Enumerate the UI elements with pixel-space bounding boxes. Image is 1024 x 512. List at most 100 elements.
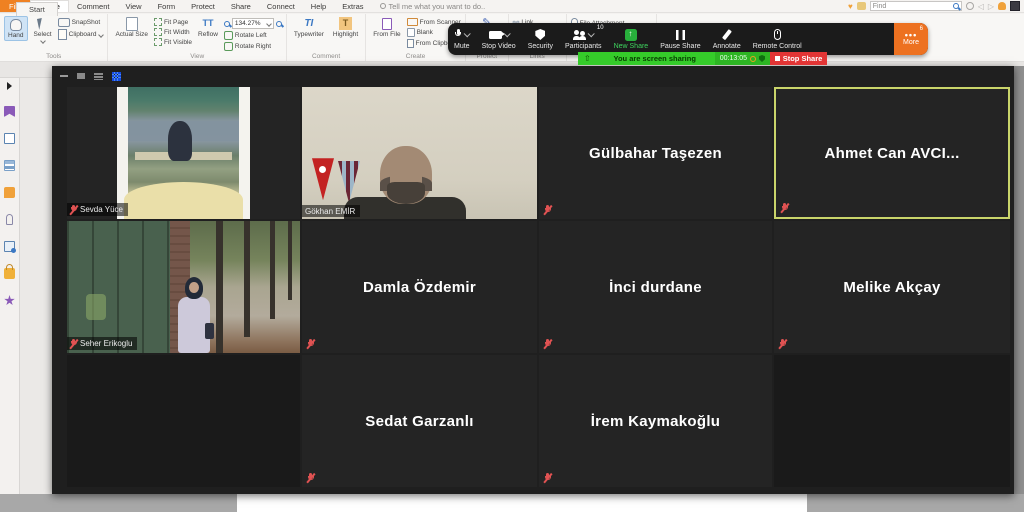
signatures-panel-icon[interactable]: [4, 241, 15, 252]
hand-tool-button[interactable]: Hand: [4, 16, 28, 41]
gokhan-video: [302, 87, 537, 219]
menu-protect[interactable]: Protect: [183, 0, 223, 12]
annotate-button[interactable]: Annotate: [707, 23, 747, 55]
favorite-icon[interactable]: ♥: [848, 2, 853, 11]
participant-tile-gokhan[interactable]: Gökhan EMİR: [302, 87, 537, 219]
comments-panel-icon[interactable]: [4, 187, 15, 198]
bell-icon[interactable]: [998, 2, 1006, 10]
reflow-button[interactable]: TТReflow: [195, 16, 221, 39]
share-screen-icon: [625, 29, 637, 41]
zoom-out-icon[interactable]: [224, 21, 230, 27]
screen-sharing-banner: ⇧ You are screen sharing 00:13:05: [578, 52, 770, 65]
menu-share[interactable]: Share: [223, 0, 259, 12]
participants-chevron-icon[interactable]: [588, 30, 595, 37]
menu-connect[interactable]: Connect: [259, 0, 303, 12]
gallery-view-icon[interactable]: [112, 72, 121, 81]
forward-icon[interactable]: ▷: [988, 2, 994, 11]
participant-tile-seher[interactable]: Seher Erikoglu: [67, 221, 300, 353]
participant-tile-sevda[interactable]: Sevda Yüce: [67, 87, 300, 219]
remote-control-button[interactable]: Remote Control: [747, 23, 808, 55]
participant-tile-damla[interactable]: Damla Özdemir: [302, 221, 537, 353]
typewriter-button[interactable]: TΙTypewriter: [291, 16, 327, 39]
snapshot-button[interactable]: SnapShot: [58, 18, 104, 27]
cursor-icon: [37, 17, 48, 30]
participant-tile-sedat[interactable]: Sedat Garzanlı: [302, 355, 537, 487]
zoom-meeting-window: Sevda Yüce Gökhan EMİR Gülbahar Taşezen …: [52, 66, 1014, 494]
stop-share-button[interactable]: Stop Share: [770, 52, 827, 65]
from-file-button[interactable]: From File: [370, 16, 403, 39]
participant-tile-melike[interactable]: Melike Akçay: [774, 221, 1010, 353]
panel-expand-icon[interactable]: [7, 82, 12, 90]
back-icon[interactable]: ◁: [978, 2, 984, 11]
more-button[interactable]: ••• 6 More: [894, 23, 928, 55]
fit-page-icon: [154, 18, 162, 26]
pdf-page: [237, 494, 807, 512]
participants-icon: [573, 30, 586, 40]
menu-view[interactable]: View: [117, 0, 149, 12]
participant-name-label: Seher Erikoglu: [67, 337, 137, 350]
find-input[interactable]: Find: [870, 1, 962, 11]
clipboard-button[interactable]: Clipboard: [58, 29, 104, 40]
speaker-view-icon[interactable]: [77, 73, 85, 79]
muted-mic-icon: [544, 473, 551, 483]
fit-width-button[interactable]: Fit Width: [154, 28, 192, 36]
blank-page-icon: [407, 28, 415, 37]
ellipsis-icon: •••: [905, 33, 917, 38]
muted-mic-icon: [779, 339, 786, 349]
stop-video-button[interactable]: Stop Video: [476, 23, 522, 55]
clipboard-icon: [58, 29, 67, 40]
folder-search-icon[interactable]: [857, 2, 866, 10]
camera-icon: [489, 31, 502, 39]
scanner-icon: [407, 18, 418, 26]
menu-extras[interactable]: Extras: [334, 0, 371, 12]
select-tool-button[interactable]: Select: [31, 16, 55, 44]
zoom-in-icon[interactable]: [276, 21, 282, 27]
fit-page-button[interactable]: Fit Page: [154, 18, 192, 26]
highlight-button[interactable]: THighlight: [330, 16, 361, 39]
minimize-icon[interactable]: [60, 75, 68, 77]
avatar[interactable]: [1010, 1, 1020, 11]
secure-icon: [759, 55, 765, 62]
share-arrow-icon: ⇧: [584, 54, 591, 63]
rotate-left-button[interactable]: Rotate Left: [224, 31, 282, 40]
video-options-chevron-icon[interactable]: [503, 30, 510, 37]
participant-name-label: Sevda Yüce: [67, 203, 128, 216]
menu-help[interactable]: Help: [303, 0, 334, 12]
typewriter-icon: TΙ: [304, 18, 313, 29]
layers-panel-icon[interactable]: [4, 160, 15, 171]
canvas-right-strip: [1014, 66, 1024, 494]
mute-options-chevron-icon[interactable]: [463, 30, 470, 37]
participant-tile-irem[interactable]: İrem Kaymakoğlu: [539, 355, 772, 487]
new-share-button[interactable]: New Share: [608, 23, 655, 55]
mute-button[interactable]: Mute: [448, 23, 476, 55]
zoom-level-combobox[interactable]: 134.27%: [232, 18, 274, 29]
participant-tile-inci[interactable]: İnci durdane: [539, 221, 772, 353]
gear-icon[interactable]: [966, 2, 974, 10]
page-thumbnails-icon[interactable]: [4, 133, 15, 144]
pause-share-button[interactable]: Pause Share: [654, 23, 706, 55]
rotate-right-button[interactable]: Rotate Right: [224, 42, 282, 51]
fields-panel-icon[interactable]: [4, 295, 15, 306]
security-panel-icon[interactable]: [4, 268, 15, 279]
participant-tile-ahmet[interactable]: Ahmet Can AVCI...: [774, 87, 1010, 219]
page-icon: [126, 17, 138, 31]
search-icon[interactable]: [953, 3, 959, 9]
attachments-panel-icon[interactable]: [6, 214, 13, 225]
security-button[interactable]: Security: [522, 23, 559, 55]
tab-start[interactable]: Start: [16, 2, 58, 16]
fit-visible-button[interactable]: Fit Visible: [154, 38, 192, 46]
highlight-icon: T: [339, 17, 352, 30]
actual-size-button[interactable]: Actual Size: [112, 16, 151, 39]
participants-count-badge: 10: [597, 25, 604, 31]
menu-comment[interactable]: Comment: [69, 0, 118, 12]
strip-view-icon[interactable]: [94, 73, 103, 80]
document-canvas: [0, 494, 1024, 512]
menu-form[interactable]: Form: [150, 0, 184, 12]
participants-button[interactable]: 10 Participants: [559, 23, 608, 55]
fit-visible-icon: [154, 38, 162, 46]
tell-me-box[interactable]: Tell me what you want to do..: [372, 0, 494, 12]
from-clipboard-icon: [407, 39, 414, 48]
mouse-icon: [774, 29, 781, 40]
participant-tile-gulbahar[interactable]: Gülbahar Taşezen: [539, 87, 772, 219]
bookmarks-panel-icon[interactable]: [4, 106, 15, 117]
